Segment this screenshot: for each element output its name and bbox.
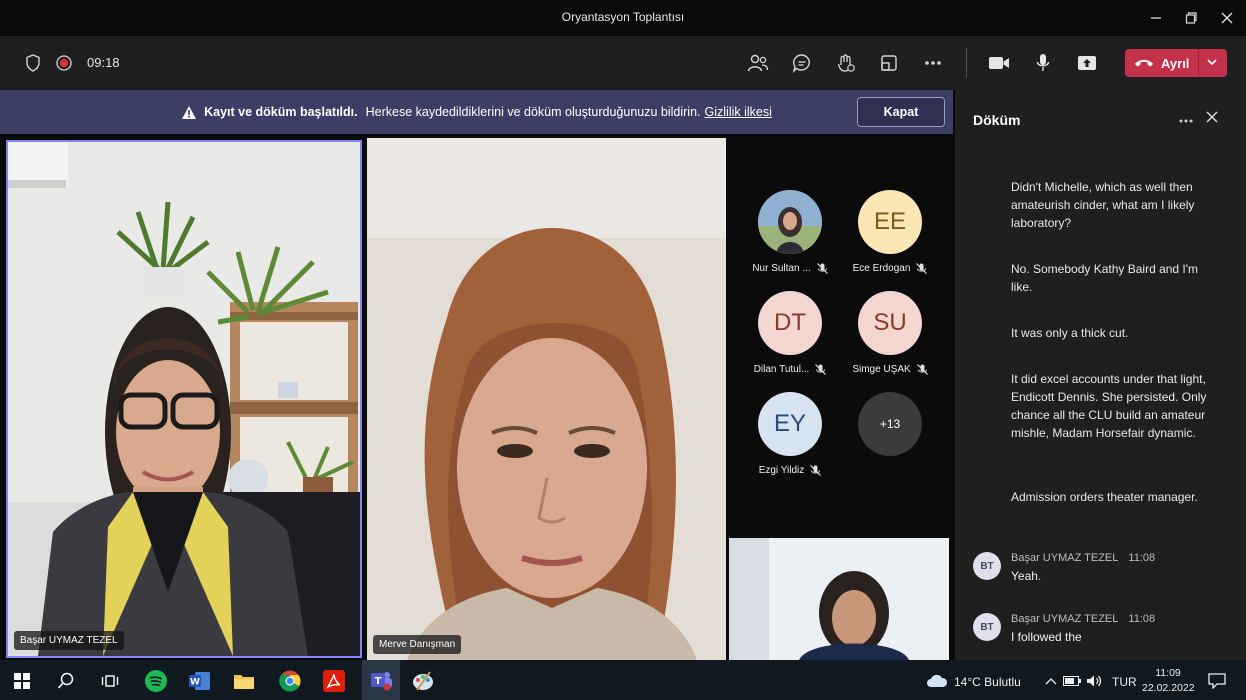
spotify-icon[interactable] [143,668,169,694]
svg-text:T: T [375,676,382,687]
breakout-rooms-icon[interactable] [876,50,902,76]
shield-icon[interactable] [20,50,46,76]
mic-muted-icon [916,263,928,274]
transcript-line: No. Somebody Kathy Baird and I'm like. [1011,262,1199,294]
participant-tile[interactable]: Nur Sultan ... [745,190,835,274]
speaker-name: Başar UYMAZ TEZEL [1011,613,1119,625]
mic-muted-icon [810,465,822,476]
avatar: SU [858,291,922,355]
banner-close-button[interactable]: Kapat [857,97,945,127]
camera-icon[interactable] [986,50,1012,76]
toolbar-divider [966,48,967,78]
privacy-policy-link[interactable]: Gizlilik ilkesi [705,105,772,119]
entry-text: I followed the [1011,630,1082,644]
close-icon[interactable] [1205,110,1219,129]
participant-name: Ece Erdogan [852,263,911,274]
meeting-timer: 09:18 [87,55,120,70]
weather-cloud-icon[interactable] [924,668,950,694]
self-video-tile[interactable] [729,538,949,660]
microphone-icon[interactable] [1030,50,1056,76]
clock[interactable]: 11:09 22.02.2022 [1142,666,1195,696]
windows-start-icon[interactable] [9,668,35,694]
meeting-toolbar: 09:18 Ayrıl [0,36,1246,90]
notifications-icon[interactable] [1204,668,1230,694]
title-bar: Oryantasyon Toplantısı [0,0,1246,36]
banner-text: Herkese kaydedildiklerini ve döküm oluşt… [365,105,701,119]
banner-title: Kayıt ve döküm başlatıldı. [204,105,358,119]
avatar: BT [973,613,1001,641]
entry-time: 11:08 [1128,552,1156,564]
speaker-name: Başar UYMAZ TEZEL [1011,552,1119,564]
volume-icon[interactable] [1081,668,1107,694]
windows-taskbar: W T 14°C Bulutlu TUR 11:09 22.02.2022 [0,660,1246,700]
participant-name: Simge UŞAK [852,364,911,375]
overflow-count: +13 [858,392,922,456]
participant-tile[interactable]: EE Ece Erdogan [845,190,935,274]
transcript-line: Didn't Michelle, which as well then amat… [1011,180,1195,230]
entry-time: 11:08 [1128,613,1156,625]
weather-text[interactable]: 14°C Bulutlu [954,675,1021,689]
video-stage: Başar UYMAZ TEZEL Merve Danışman Nur Sul… [0,134,953,660]
clock-date: 22.02.2022 [1142,682,1195,694]
svg-text:W: W [190,678,200,688]
video-tile-main-left[interactable]: Başar UYMAZ TEZEL [6,140,362,658]
participant-video [729,538,949,660]
acrobat-icon[interactable] [321,668,347,694]
transcript-panel: Döküm Didn't Michelle, which as well the… [955,90,1246,660]
participant-tile[interactable]: EY Ezgi Yildiz [745,392,835,476]
participant-name-tag: Başar UYMAZ TEZEL [14,631,124,650]
chevron-down-icon[interactable] [1205,55,1219,74]
transcript-line: It did excel accounts under that light, … [1011,372,1207,440]
chrome-icon[interactable] [277,668,303,694]
reactions-icon[interactable] [833,50,859,76]
word-icon[interactable]: W [187,668,213,694]
clock-time: 11:09 [1155,667,1181,679]
window-title: Oryantasyon Toplantısı [561,10,685,24]
mic-muted-icon [816,263,828,274]
participant-name: Ezgi Yildiz [758,465,805,476]
panel-title: Döküm [973,112,1021,128]
transcript-line: Admission orders theater manager. [1011,490,1198,504]
leave-button[interactable]: Ayrıl [1125,49,1227,77]
keyboard-language[interactable]: TUR [1112,675,1137,689]
avatar: BT [973,552,1001,580]
participant-name: Dilan Tutul... [753,364,810,375]
paint-icon[interactable] [410,668,436,694]
leave-split-divider [1198,49,1199,77]
entry-text: Yeah. [1011,569,1042,583]
file-explorer-icon[interactable] [231,668,257,694]
warning-icon [182,105,197,119]
avatar: EY [758,392,822,456]
chat-icon[interactable] [789,50,815,76]
share-screen-icon[interactable] [1074,50,1100,76]
close-window-button[interactable] [1217,8,1237,28]
teams-icon[interactable]: T [362,660,400,700]
panel-more-icon[interactable] [1179,110,1193,128]
minimize-button[interactable] [1146,8,1166,28]
participant-name-tag: Merve Danışman [373,635,462,654]
task-view-icon[interactable] [97,668,123,694]
transcript-line: It was only a thick cut. [1011,326,1129,340]
participant-tile[interactable]: DT Dilan Tutul... [745,291,835,375]
participant-video [8,142,360,656]
more-participants-tile[interactable]: +13 [845,392,935,456]
recording-icon [51,50,77,76]
maximize-button[interactable] [1181,8,1201,28]
hang-up-icon [1135,59,1153,67]
participant-tile[interactable]: SU Simge UŞAK [845,291,935,375]
participant-name: Nur Sultan ... [752,263,811,274]
participant-video [367,138,726,660]
avatar [758,190,822,254]
recording-banner: Kayıt ve döküm başlatıldı. Herkese kayde… [0,90,953,134]
mic-muted-icon [815,364,827,375]
leave-label: Ayrıl [1161,55,1190,71]
mic-muted-icon [916,364,928,375]
more-options-icon[interactable] [920,50,946,76]
avatar: EE [858,190,922,254]
video-tile-main-right[interactable]: Merve Danışman [367,138,726,660]
avatar: DT [758,291,822,355]
search-icon[interactable] [53,668,79,694]
people-icon[interactable] [745,50,771,76]
